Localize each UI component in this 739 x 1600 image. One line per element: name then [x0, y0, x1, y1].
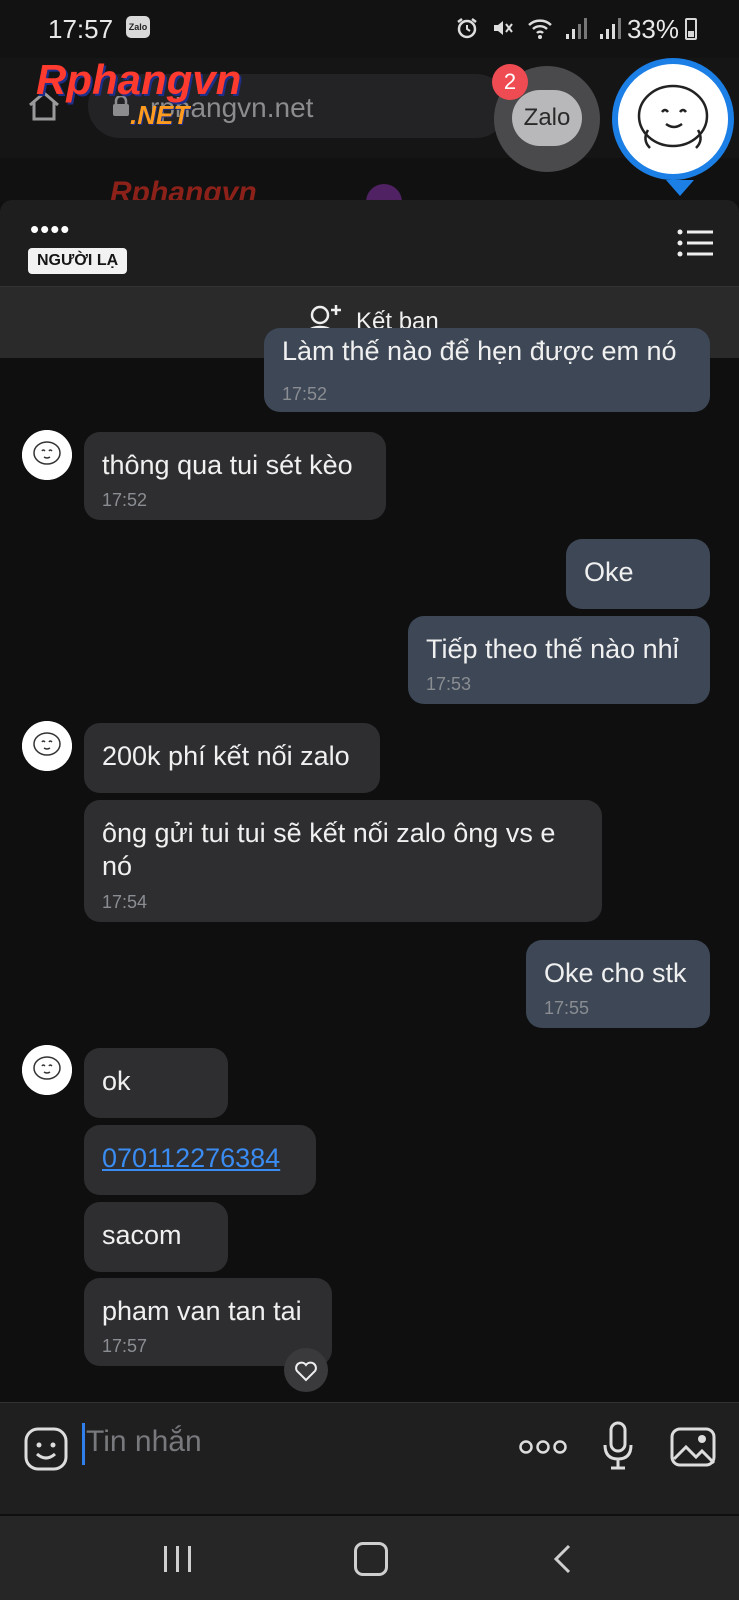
message-text: Tiếp theo thế nào nhỉ [426, 634, 679, 664]
message-bubble-incoming[interactable]: 070112276384 [84, 1125, 316, 1195]
account-number-link[interactable]: 070112276384 [102, 1143, 280, 1174]
zalo-logo-icon: Zalo [512, 90, 582, 146]
contact-chat-head[interactable] [612, 58, 734, 180]
alarm-icon [457, 18, 477, 39]
status-icons [455, 16, 621, 40]
message-bubble-outgoing[interactable]: Oke [566, 539, 710, 609]
status-bar: 17:57 Zalo 33% [0, 0, 739, 58]
unread-badge: 2 [492, 64, 528, 100]
sticker-icon[interactable] [24, 1427, 68, 1471]
battery-icon [685, 18, 697, 40]
site-logo: Rphangvn [36, 56, 242, 103]
battery-percent: 33% [626, 14, 679, 44]
message-bubble-outgoing[interactable]: Oke cho stk 17:55 [526, 940, 710, 1028]
message-text: pham van tan tai [102, 1296, 302, 1326]
message-time: 17:55 [544, 998, 590, 1018]
message-bubble-incoming[interactable]: 200k phí kết nối zalo [84, 723, 380, 793]
mute-icon [494, 21, 513, 35]
message-text: sacom [102, 1220, 182, 1250]
text-cursor [82, 1423, 85, 1465]
image-icon[interactable] [670, 1427, 716, 1467]
message-bubble-incoming[interactable]: ông gửi tui tui sẽ kết nối zalo ông vs e… [84, 800, 602, 922]
zalo-notification-icon: Zalo [126, 16, 150, 38]
heart-icon [295, 1361, 317, 1382]
stranger-tag: NGƯỜI LẠ [28, 248, 128, 274]
message-text: Oke [584, 557, 634, 587]
contact-avatar-icon[interactable] [22, 721, 72, 771]
message-time: 17:54 [102, 892, 148, 912]
message-time: 17:52 [102, 490, 148, 510]
message-bubble-incoming[interactable]: sacom [84, 1202, 228, 1272]
status-time: 17:57 [48, 14, 114, 44]
message-composer: Tin nhắn [0, 1402, 739, 1514]
message-bubble-incoming[interactable]: thông qua tui sét kèo 17:52 [84, 432, 386, 520]
contact-name[interactable]: •••• [30, 214, 70, 245]
message-bubble-incoming[interactable]: ok [84, 1048, 228, 1118]
signal-icon [600, 18, 621, 39]
message-text: ông gửi tui tui sẽ kết nối zalo ông vs e [102, 818, 556, 848]
message-text: nó [102, 851, 133, 881]
message-time: 17:57 [102, 1336, 148, 1356]
more-options-icon[interactable] [518, 1439, 568, 1455]
message-input[interactable]: Tin nhắn [86, 1425, 202, 1459]
contact-avatar-icon [637, 84, 709, 149]
site-logo-suffix: .NET [130, 100, 190, 130]
message-list[interactable]: Làm thế nào để hẹn được em nó 17:52 thôn… [0, 328, 739, 1402]
message-bubble-outgoing[interactable]: Tiếp theo thế nào nhỉ 17:53 [408, 616, 710, 704]
recent-apps-icon[interactable] [162, 1544, 194, 1574]
message-text: thông qua tui sét kèo [102, 450, 353, 480]
chat-header: •••• NGƯỜI LẠ [0, 200, 739, 286]
back-icon[interactable] [552, 1544, 572, 1574]
zalo-chat-head[interactable]: Zalo 2 [492, 64, 600, 172]
menu-icon[interactable] [677, 228, 713, 258]
chat-window: •••• NGƯỜI LẠ Kết bạn Làm thế nào để hẹn… [0, 200, 739, 1516]
home-button[interactable] [354, 1542, 388, 1576]
message-text: Oke cho stk [544, 958, 687, 988]
message-bubble-outgoing[interactable]: Làm thế nào để hẹn được em nó 17:52 [264, 328, 710, 412]
signal-icon [566, 18, 587, 39]
message-time: 17:52 [282, 384, 328, 404]
chat-head-pointer [666, 180, 694, 196]
microphone-icon[interactable] [602, 1421, 634, 1471]
message-text: 200k phí kết nối zalo [102, 741, 350, 771]
wifi-icon [528, 19, 552, 39]
message-text: ok [102, 1066, 131, 1096]
system-nav-bar [0, 1516, 739, 1600]
message-time: 17:53 [426, 674, 472, 694]
message-text: Làm thế nào để hẹn được em nó [282, 336, 677, 366]
react-button[interactable] [284, 1348, 328, 1392]
contact-avatar-icon[interactable] [22, 430, 72, 480]
contact-avatar-icon[interactable] [22, 1045, 72, 1095]
